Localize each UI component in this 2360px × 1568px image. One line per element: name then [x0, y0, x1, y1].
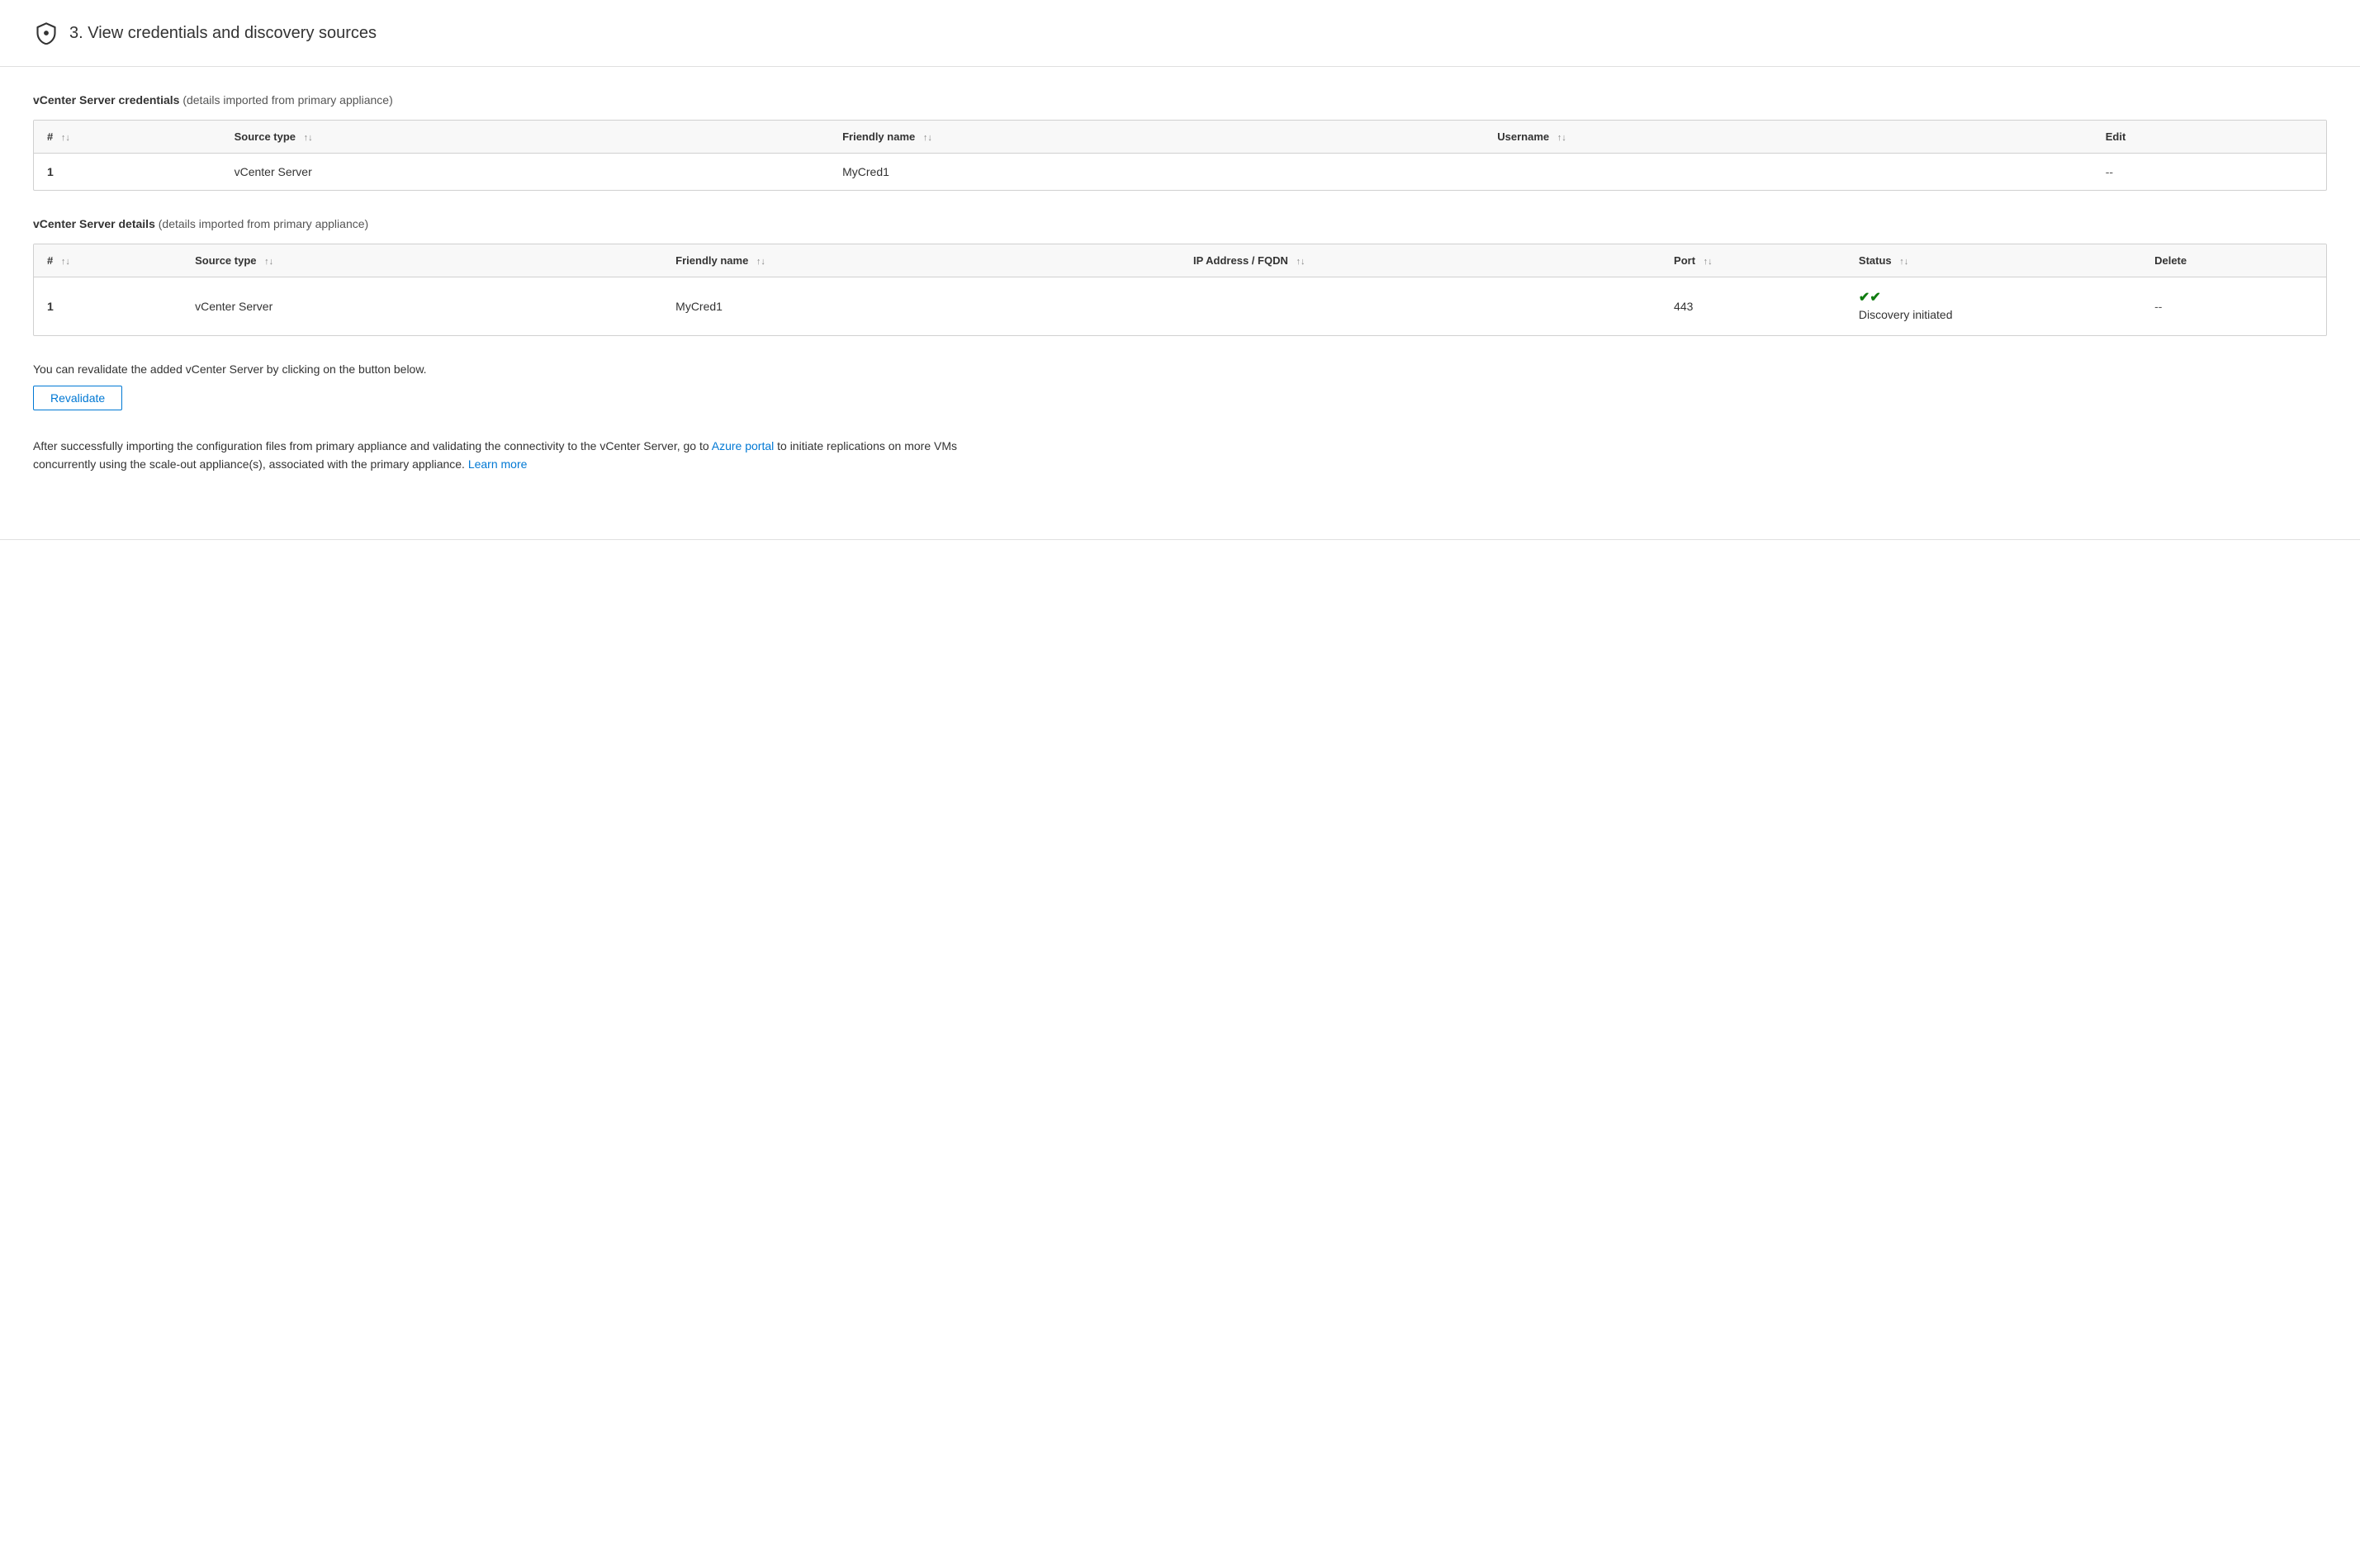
sort-icon-source-type-cred[interactable]: ↑↓ [304, 133, 313, 143]
credentials-col-source-type[interactable]: Source type ↑↓ [221, 121, 829, 154]
sort-icon-username-cred[interactable]: ↑↓ [1557, 133, 1566, 143]
status-check-icon: ✔✔ [1859, 289, 2128, 306]
credentials-col-username[interactable]: Username ↑↓ [1484, 121, 2092, 154]
details-col-port[interactable]: Port ↑↓ [1661, 244, 1846, 277]
details-col-hash[interactable]: # ↑↓ [34, 244, 182, 277]
status-text: Discovery initiated [1859, 307, 2128, 324]
table-row: 1 vCenter Server MyCred1 443 ✔✔ Discover… [34, 277, 2326, 335]
credentials-table-wrapper: # ↑↓ Source type ↑↓ Friendly name ↑↓ U [33, 120, 2327, 191]
sort-icon-port-det[interactable]: ↑↓ [1704, 257, 1713, 267]
footer-info: After successfully importing the configu… [33, 437, 991, 474]
credentials-col-hash[interactable]: # ↑↓ [34, 121, 221, 154]
details-col-friendly-name[interactable]: Friendly name ↑↓ [662, 244, 1180, 277]
revalidate-button[interactable]: Revalidate [33, 386, 122, 410]
page-title: 3. View credentials and discovery source… [69, 24, 377, 43]
det-row-1-number: 1 [34, 277, 182, 335]
det-row-1-port: 443 [1661, 277, 1846, 335]
azure-portal-link[interactable]: Azure portal [712, 439, 774, 452]
sort-icon-hash-det[interactable]: ↑↓ [61, 257, 70, 267]
revalidate-section: You can revalidate the added vCenter Ser… [33, 362, 2327, 410]
details-table-wrapper: # ↑↓ Source type ↑↓ Friendly name ↑↓ I [33, 244, 2327, 336]
credentials-section-title: vCenter Server credentials (details impo… [33, 93, 2327, 107]
cred-row-1-number: 1 [34, 154, 221, 191]
credentials-section: vCenter Server credentials (details impo… [33, 93, 2327, 191]
details-col-ip-fqdn[interactable]: IP Address / FQDN ↑↓ [1180, 244, 1661, 277]
revalidate-info-text: You can revalidate the added vCenter Ser… [33, 362, 2327, 376]
det-row-1-source-type: vCenter Server [182, 277, 662, 335]
credentials-table-header-row: # ↑↓ Source type ↑↓ Friendly name ↑↓ U [34, 121, 2326, 154]
details-table: # ↑↓ Source type ↑↓ Friendly name ↑↓ I [34, 244, 2326, 335]
table-row: 1 vCenter Server MyCred1 -- [34, 154, 2326, 191]
cred-row-1-friendly-name: MyCred1 [829, 154, 1484, 191]
sort-icon-ip-fqdn-det[interactable]: ↑↓ [1296, 257, 1305, 267]
shield-icon [33, 20, 59, 46]
det-row-1-delete: -- [2141, 277, 2326, 335]
det-row-1-friendly-name: MyCred1 [662, 277, 1180, 335]
sort-icon-friendly-name-cred[interactable]: ↑↓ [923, 133, 932, 143]
sort-icon-hash-cred[interactable]: ↑↓ [61, 133, 70, 143]
details-section-title: vCenter Server details (details imported… [33, 217, 2327, 230]
content-area: vCenter Server credentials (details impo… [0, 67, 2360, 506]
page-header: 3. View credentials and discovery source… [0, 0, 2360, 67]
footer-text-before-azure: After successfully importing the configu… [33, 439, 712, 452]
learn-more-link[interactable]: Learn more [468, 457, 528, 471]
details-table-header-row: # ↑↓ Source type ↑↓ Friendly name ↑↓ I [34, 244, 2326, 277]
details-section: vCenter Server details (details imported… [33, 217, 2327, 336]
cred-row-1-source-type: vCenter Server [221, 154, 829, 191]
det-row-1-status: ✔✔ Discovery initiated [1846, 277, 2141, 335]
cred-row-1-edit: -- [2092, 154, 2326, 191]
page-footer [0, 539, 2360, 541]
details-col-source-type[interactable]: Source type ↑↓ [182, 244, 662, 277]
sort-icon-status-det[interactable]: ↑↓ [1899, 257, 1908, 267]
credentials-col-friendly-name[interactable]: Friendly name ↑↓ [829, 121, 1484, 154]
details-col-delete: Delete [2141, 244, 2326, 277]
sort-icon-friendly-name-det[interactable]: ↑↓ [756, 257, 765, 267]
sort-icon-source-type-det[interactable]: ↑↓ [264, 257, 273, 267]
credentials-col-edit: Edit [2092, 121, 2326, 154]
credentials-table: # ↑↓ Source type ↑↓ Friendly name ↑↓ U [34, 121, 2326, 190]
det-row-1-ip-fqdn [1180, 277, 1661, 335]
cred-row-1-username [1484, 154, 2092, 191]
details-col-status[interactable]: Status ↑↓ [1846, 244, 2141, 277]
